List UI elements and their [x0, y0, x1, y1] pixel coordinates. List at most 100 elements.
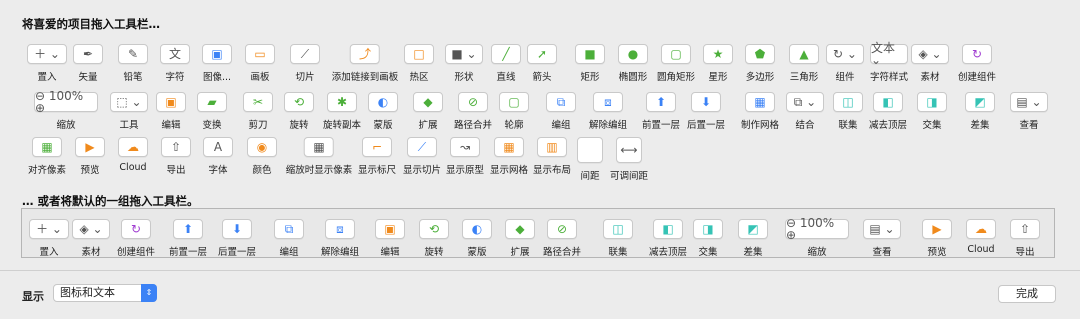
arrow-button[interactable]: ➚ [527, 44, 557, 64]
view-button[interactable]: ▤ ⌄ [863, 219, 901, 239]
toolbar-item-align-pixel[interactable]: ▦ 对齐像素 [28, 137, 66, 176]
image-button[interactable]: ▣ [202, 44, 232, 64]
grid-button[interactable]: ▦ [744, 92, 775, 112]
toolbar-item-intersect[interactable]: ◨ 交集 [917, 92, 947, 131]
subtract-button[interactable]: ◧ [652, 219, 683, 239]
toolbar-item-combine[interactable]: ⧉ ⌄ 结合 [786, 92, 824, 131]
flexible-spacing-button[interactable]: ⟷ [615, 137, 642, 163]
knife-button[interactable]: ⟋ [290, 44, 320, 64]
toolbar-item-layers[interactable]: ◈ ⌄ 素材 [911, 44, 949, 83]
show-slices-button[interactable]: ⟋ [406, 137, 437, 157]
rotate-copy-button[interactable]: ✱ [326, 92, 357, 112]
toolbar-item-group[interactable]: ⧉ 编组 [274, 219, 304, 258]
union-button[interactable]: ◫ [603, 219, 633, 239]
component-button[interactable]: ↻ ⌄ [826, 44, 864, 64]
toolbar-item-difference[interactable]: ◩ 差集 [965, 92, 995, 131]
toolbar-item-edit[interactable]: ▣ 编辑 [156, 92, 186, 131]
toolbar-item-bring-forward[interactable]: ⬆ 前置一层 [169, 219, 207, 258]
toolbar-item-intersect[interactable]: ◨ 交集 [693, 219, 723, 258]
pixel-zoom-button[interactable]: ▦ [303, 137, 334, 157]
toolbar-item-hotspot[interactable]: □ 热区 [404, 44, 434, 83]
path-merge-button[interactable]: ⊘ [457, 92, 488, 112]
toolbar-item-link[interactable]: ⤴ 添加链接到画板 [332, 44, 398, 83]
toolbar-item-path-merge[interactable]: ⊘ 路径合并 [543, 219, 581, 258]
toolbar-item-plus[interactable]: ＋ ⌄ 置入 [29, 219, 69, 258]
toolbar-item-rectangle[interactable]: ■ 矩形 [575, 44, 605, 83]
combine-button[interactable]: ⧉ ⌄ [786, 92, 824, 112]
toolbar-item-union[interactable]: ◫ 联集 [603, 219, 633, 258]
toolbar-item-zoom[interactable]: ⊖ 100% ⊕ 缩放 [785, 217, 849, 258]
view-button[interactable]: ▤ ⌄ [1010, 92, 1048, 112]
mask-button[interactable]: ◐ [368, 92, 398, 112]
edit-button[interactable]: ▣ [156, 92, 186, 112]
bring-forward-button[interactable]: ⬆ [172, 219, 203, 239]
difference-button[interactable]: ◩ [965, 92, 995, 112]
align-pixel-button[interactable]: ▦ [31, 137, 62, 157]
toolbar-item-mask[interactable]: ◐ 蒙版 [462, 219, 492, 258]
edit-button[interactable]: ▣ [375, 219, 405, 239]
toolbar-item-rotate-copy[interactable]: ✱ 旋转副本 [323, 92, 361, 131]
toolbar-item-layers[interactable]: ◈ ⌄ 素材 [72, 219, 110, 258]
toolbar-item-cloud[interactable]: ☁ Cloud [966, 219, 996, 255]
toolbar-item-shape[interactable]: ■ ⌄ 形状 [445, 44, 483, 83]
preview-button[interactable]: ▶ [75, 137, 105, 157]
toolbar-item-rotate[interactable]: ⟲ 旋转 [284, 92, 314, 131]
export-button[interactable]: ⇧ [1010, 219, 1040, 239]
default-toolbar-set[interactable]: ＋ ⌄ 置入 ◈ ⌄ 素材 ↻ 创建组件 ⬆ 前置一层 ⬇ 后置一层 ⧉ 编组 ⧈ 解除编组 ▣ 编辑 ⟲ 旋转 ◐… [21, 208, 1055, 258]
pencil-button[interactable]: ✎ [118, 44, 148, 64]
plus-button[interactable]: ＋ ⌄ [27, 44, 67, 64]
show-mode-select[interactable]: 图标和文本 ⇕ [53, 284, 157, 302]
toolbar-item-union[interactable]: ◫ 联集 [833, 92, 863, 131]
difference-button[interactable]: ◩ [738, 219, 768, 239]
toolbar-item-difference[interactable]: ◩ 差集 [738, 219, 768, 258]
group-button[interactable]: ⧉ [546, 92, 576, 112]
toolbar-item-knife[interactable]: ⟋ 切片 [290, 44, 320, 83]
toolbar-item-grid[interactable]: ▦ 制作网格 [741, 92, 779, 131]
toolbar-item-send-backward[interactable]: ⬇ 后置一层 [687, 92, 725, 131]
toolbar-item-text-style[interactable]: 文本 ⌄ 字符样式 [869, 42, 908, 83]
toolbar-item-image[interactable]: ▣ 图像... [202, 44, 232, 83]
toolbar-item-export[interactable]: ⇧ 导出 [161, 137, 191, 176]
toolbar-item-spacing[interactable]: 间距 [577, 137, 603, 182]
toolbar-item-polygon[interactable]: ⬟ 多边形 [745, 44, 775, 83]
rulers-button[interactable]: ⌐ [361, 137, 392, 157]
toolbar-item-ungroup[interactable]: ⧈ 解除编组 [589, 92, 627, 131]
text-button[interactable]: 文 [160, 44, 190, 64]
layers-button[interactable]: ◈ ⌄ [72, 219, 110, 239]
toolbar-item-color[interactable]: ◉ 颜色 [247, 137, 277, 176]
create-component-button[interactable]: ↻ [961, 44, 992, 64]
group-button[interactable]: ⧉ [274, 219, 304, 239]
toolbar-item-transform[interactable]: ▰ 变换 [197, 92, 227, 131]
toolbar-item-flatten[interactable]: ◆ 扩展 [505, 219, 535, 258]
toolbar-item-star[interactable]: ★ 星形 [703, 44, 733, 83]
toolbar-item-edit[interactable]: ▣ 编辑 [375, 219, 405, 258]
rectangle-button[interactable]: ■ [575, 44, 605, 64]
toolbar-item-artboard[interactable]: ▭ 画板 [245, 44, 275, 83]
toolbar-item-component[interactable]: ↻ ⌄ 组件 [826, 44, 864, 83]
bring-forward-button[interactable]: ⬆ [645, 92, 676, 112]
shape-button[interactable]: ■ ⌄ [445, 44, 483, 64]
send-backward-button[interactable]: ⬇ [690, 92, 721, 112]
toolbar-item-tools[interactable]: ⬚ ⌄ 工具 [110, 92, 148, 131]
done-button[interactable]: 完成 [998, 285, 1056, 303]
show-grid-button[interactable]: ▦ [493, 137, 524, 157]
ungroup-button[interactable]: ⧈ [592, 92, 623, 112]
rotate-button[interactable]: ⟲ [419, 219, 449, 239]
text-style-button[interactable]: 文本 ⌄ [869, 42, 908, 66]
send-backward-button[interactable]: ⬇ [221, 219, 252, 239]
toolbar-item-flexible-spacing[interactable]: ⟷ 可调间距 [610, 137, 648, 182]
toolbar-item-rounded-rect[interactable]: ▢ 圆角矩形 [657, 44, 695, 83]
artboard-button[interactable]: ▭ [245, 44, 275, 64]
cloud-button[interactable]: ☁ [118, 137, 148, 157]
toolbar-item-preview[interactable]: ▶ 预览 [75, 137, 105, 176]
toolbar-item-plus[interactable]: ＋ ⌄ 置入 [27, 44, 67, 83]
ungroup-button[interactable]: ⧈ [324, 219, 355, 239]
toolbar-item-outline[interactable]: ▢ 轮廓 [499, 92, 529, 131]
outline-button[interactable]: ▢ [499, 92, 529, 112]
preview-button[interactable]: ▶ [922, 219, 952, 239]
toolbar-item-font[interactable]: A 字体 [203, 137, 233, 176]
cloud-button[interactable]: ☁ [966, 219, 996, 239]
oval-button[interactable]: ● [618, 44, 648, 64]
triangle-button[interactable]: ▲ [789, 44, 819, 64]
toolbar-item-pencil[interactable]: ✎ 铅笔 [118, 44, 148, 83]
